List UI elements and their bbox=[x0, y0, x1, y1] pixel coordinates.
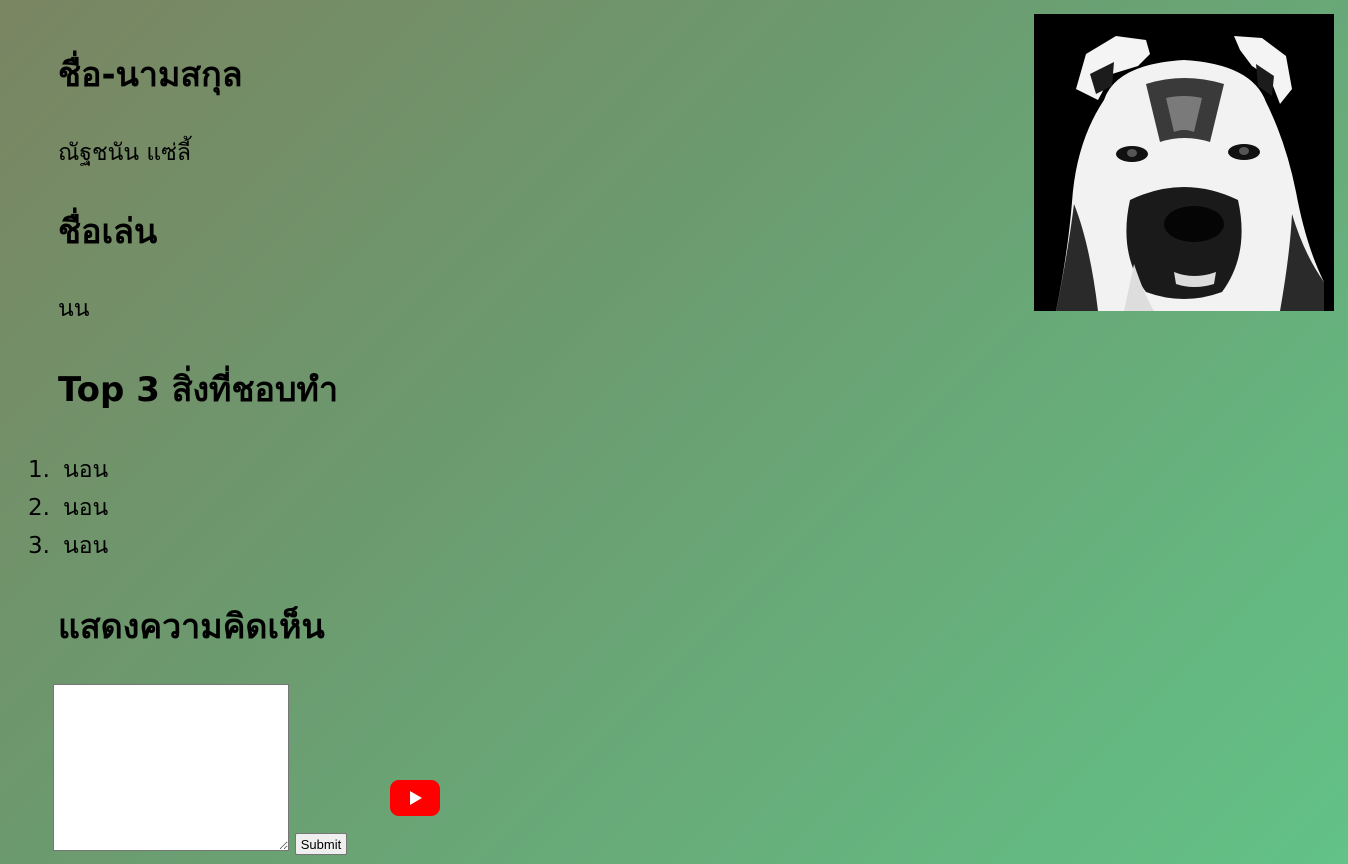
youtube-play-icon bbox=[390, 780, 440, 816]
submit-button[interactable]: Submit bbox=[295, 833, 347, 855]
hobbies-heading: Top 3 สิ่งที่ชอบทำ bbox=[58, 370, 339, 410]
comment-heading: แสดงความคิดเห็น bbox=[58, 607, 325, 647]
list-item-number: 2. bbox=[28, 495, 50, 521]
name-heading: ชื่อ-นามสกุล bbox=[58, 55, 243, 95]
list-item-text: นอน bbox=[63, 457, 109, 483]
nickname-value: นน bbox=[58, 296, 90, 322]
dog-portrait-photo bbox=[1034, 14, 1334, 311]
list-item-text: นอน bbox=[63, 495, 109, 521]
list-item-number: 1. bbox=[28, 457, 50, 483]
name-value: ณัฐชนัน แซ่ลี้ bbox=[58, 140, 191, 166]
youtube-link[interactable] bbox=[390, 780, 440, 816]
list-item-text: นอน bbox=[63, 533, 109, 559]
nickname-heading: ชื่อเล่น bbox=[58, 212, 158, 252]
list-item-number: 3. bbox=[28, 533, 50, 559]
comment-textarea[interactable] bbox=[53, 684, 289, 851]
